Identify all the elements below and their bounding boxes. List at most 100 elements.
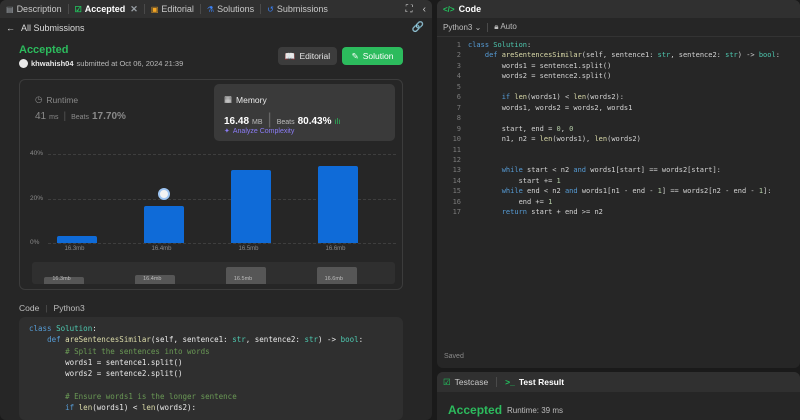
line-number: 11	[452, 145, 461, 154]
line-number: 10	[452, 135, 461, 144]
code-token: words1 = sentence1.split()	[29, 357, 183, 367]
submitted-code[interactable]: class Solution: def areSentencesSimilar(…	[19, 317, 403, 420]
tab-editorial[interactable]: ▣ Editorial	[145, 0, 200, 18]
chart-bar[interactable]	[317, 166, 358, 243]
memory-label: ▦ Memory	[224, 94, 267, 105]
divider: |	[45, 303, 48, 313]
runtime-beats-pct: 17.70%	[91, 111, 126, 122]
y-tick-label: 20%	[30, 194, 44, 202]
maximize-icon[interactable]: ⛶	[406, 4, 413, 15]
submission-panel: ▤ Description ☑ Accepted ✕ ▣ Editorial ⚗…	[0, 0, 432, 420]
avatar[interactable]	[19, 59, 28, 68]
left-tab-bar: ▤ Description ☑ Accepted ✕ ▣ Editorial ⚗…	[0, 0, 432, 18]
divider: |	[63, 111, 67, 122]
tab-solutions[interactable]: ⚗ Solutions	[201, 0, 260, 18]
line-number: 7	[456, 103, 461, 112]
distribution-overview[interactable]: 16.3mb 16.4mb 16.5mb 16.6mb	[32, 262, 395, 284]
code-token: # Split the sentences into words	[65, 346, 210, 356]
code-token: start < n2	[527, 166, 574, 175]
chart-bar[interactable]	[56, 236, 97, 243]
collapse-icon[interactable]: ‹	[423, 4, 426, 15]
test-panel-tabs: ☑ Testcase >_ Test Result	[437, 372, 800, 392]
mini-chart-label: 16.3mb	[52, 276, 71, 282]
share-link-icon[interactable]: 🔗	[412, 22, 424, 33]
code-token: len	[594, 135, 608, 144]
code-token: , sentence2:	[670, 51, 726, 60]
terminal-icon: >_	[505, 377, 515, 387]
code-token: 1	[548, 197, 553, 206]
language-select[interactable]: Python3 ⌄	[443, 23, 481, 32]
code-token: len	[573, 93, 587, 102]
editorial-button[interactable]: 📖 Editorial	[278, 47, 337, 65]
panel-controls: ⛶ ‹	[406, 4, 432, 15]
arrow-left-icon: ←	[6, 23, 15, 33]
tab-testcase[interactable]: ☑ Testcase	[443, 377, 488, 388]
code-line: if len(words1) < len(words2):	[29, 402, 393, 413]
runtime-value: 41 ms | Beats 17.70%	[35, 111, 126, 122]
app-root: ▤ Description ☑ Accepted ✕ ▣ Editorial ⚗…	[0, 0, 800, 420]
username[interactable]: khwahish04	[31, 59, 74, 68]
code-line: end += 1	[468, 197, 553, 207]
editor-title: Code	[458, 4, 482, 14]
code-token: start +=	[468, 176, 557, 185]
code-token: words1[start] == words2[start]:	[590, 166, 721, 175]
code-token: :	[527, 41, 532, 49]
code-line: if len(words1) < len(words2):	[468, 92, 624, 102]
solution-button[interactable]: ✎ Solution	[342, 47, 403, 65]
lock-icon: 🔒︎	[494, 22, 499, 31]
sparkle-icon: ✦	[224, 128, 230, 135]
code-token: words1[n1 - end -	[581, 187, 658, 196]
code-header: Code | Python3	[19, 303, 85, 313]
back-link[interactable]: ← All Submissions	[6, 23, 85, 33]
code-token: 1	[556, 176, 561, 185]
code-token: class	[468, 41, 494, 49]
code-token: :	[775, 51, 780, 60]
code-token: bool	[758, 51, 776, 60]
analyze-label: Analyze Complexity	[232, 127, 295, 135]
code-line: start += 1	[468, 176, 561, 186]
book-icon: 📖	[284, 50, 296, 61]
editor-toolbar: Python3 ⌄ 🔒︎ Auto	[443, 22, 517, 32]
runtime-label[interactable]: ◷ Runtime	[35, 94, 78, 105]
code-token: areSentencesSimilar	[501, 51, 582, 60]
analyze-complexity-link[interactable]: ✦ Analyze Complexity	[224, 127, 295, 136]
test-result-status: Accepted	[448, 403, 503, 417]
description-icon: ▤	[6, 4, 14, 14]
code-line: while end < n2 and words1[n1 - end - 1] …	[468, 186, 772, 196]
code-token: start, end =	[468, 124, 557, 133]
line-number: 1	[456, 41, 461, 49]
code-token: len	[78, 403, 93, 413]
mini-chart-label: 16.5mb	[233, 276, 253, 282]
code-token: ]:	[763, 187, 772, 196]
book-icon: ▣	[150, 4, 159, 14]
tab-label: Testcase	[454, 377, 489, 387]
tab-accepted[interactable]: ☑ Accepted ✕	[69, 0, 144, 18]
chevron-down-icon: ⌄	[474, 22, 482, 32]
editorial-button-label: Editorial	[299, 51, 331, 61]
code-language: Python3	[53, 303, 85, 313]
tab-description[interactable]: ▤ Description	[0, 0, 68, 18]
line-number: 17	[452, 208, 461, 217]
line-number: 9	[456, 124, 461, 133]
close-icon[interactable]: ✕	[130, 4, 138, 15]
code-token: :	[92, 324, 97, 333]
chart-bar[interactable]	[230, 169, 271, 243]
clock-icon: ◷	[35, 94, 43, 104]
chart-bar[interactable]	[143, 206, 184, 243]
code-line: # Split the sentences into words	[29, 346, 393, 357]
code-line: def areSentencesSimilar(self, sentence1:…	[468, 50, 780, 60]
code-token: str	[725, 51, 738, 60]
runtime-unit: ms	[49, 114, 59, 121]
tab-test-result[interactable]: >_ Test Result	[505, 377, 564, 387]
code-token: if	[501, 93, 515, 102]
auto-mode[interactable]: 🔒︎ Auto	[494, 22, 517, 32]
code-token: str	[304, 335, 318, 345]
tab-submissions[interactable]: ↺ Submissions	[261, 0, 334, 18]
code-token: and	[564, 187, 582, 196]
line-number: 14	[452, 176, 461, 185]
code-token: class	[29, 324, 57, 333]
